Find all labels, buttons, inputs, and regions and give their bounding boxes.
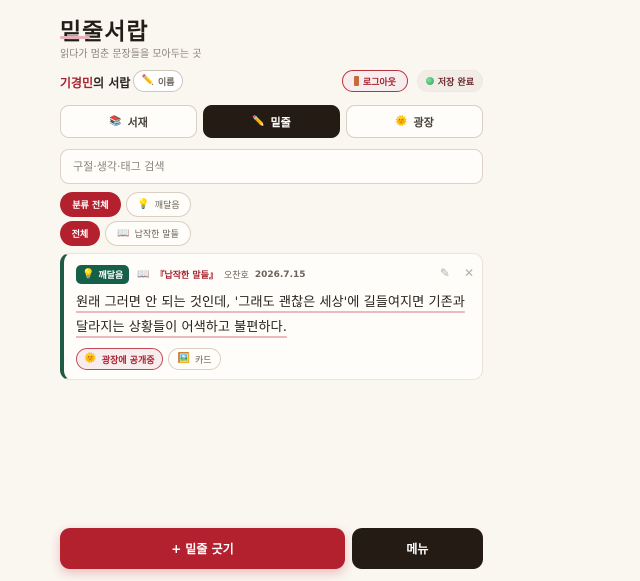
- page-subtitle: 읽다가 멈춘 문장들을 모아두는 곳: [60, 49, 202, 60]
- underline-card: 💡 깨달음 📖 『납작한 말들』 오찬호 2026.7.15 ✎ ✕ 원래 그러…: [60, 253, 483, 380]
- filter-category-realization-label: 깨달음: [154, 201, 180, 211]
- filter-book-all-label: 전체: [71, 230, 89, 240]
- main-tabs: 📚 서재 ✏️ 밑줄 🌞 광장: [60, 105, 483, 139]
- card-button-label: 카드: [194, 355, 212, 366]
- category-badge: 💡 깨달음: [76, 265, 130, 284]
- status-dot-icon: [425, 77, 434, 85]
- quote-text: 원래 그러면 안 되는 것인데, '그래도 괜찮은 세상'에 길들여지면 기존과…: [76, 290, 474, 340]
- tab-plaza[interactable]: 🌞 광장: [346, 105, 483, 138]
- picture-icon: 🖼️: [177, 353, 190, 364]
- book-icon: 📖: [117, 227, 130, 239]
- tab-library[interactable]: 📚 서재: [60, 105, 197, 138]
- pencil-icon: ✏️: [252, 115, 265, 127]
- date: 2026.7.15: [254, 269, 306, 280]
- card-button[interactable]: 🖼️ 카드: [168, 348, 221, 370]
- card-tools: ✎ ✕: [440, 266, 474, 280]
- plaza-public-label: 광장에 공개중: [101, 355, 155, 366]
- sun-icon: 🌞: [395, 115, 408, 127]
- filter-category-realization[interactable]: 💡 깨달음: [126, 192, 191, 217]
- logout-button[interactable]: 로그아웃: [342, 70, 408, 92]
- edit-icon[interactable]: ✎: [440, 266, 450, 280]
- edit-name-button[interactable]: ✏️ 이름: [133, 70, 183, 92]
- search-input[interactable]: [60, 149, 483, 184]
- card-meta: 📖 『납작한 말들』 오찬호 2026.7.15: [137, 268, 306, 281]
- quote-line: 달라지는 상황들이 어색하고 불편하다.: [76, 320, 287, 335]
- logout-label: 로그아웃: [362, 77, 397, 88]
- door-icon: [353, 76, 359, 86]
- save-status-badge: 저장 완료: [417, 70, 483, 92]
- close-icon[interactable]: ✕: [464, 266, 474, 280]
- plaza-public-button[interactable]: 🌞 광장에 공개중: [76, 348, 163, 370]
- book-title[interactable]: 『납작한 말들』: [155, 268, 218, 281]
- quote-line: 원래 그러면 안 되는 것인데, '그래도 괜찮은 세상'에 길들여지면 기존과: [76, 295, 465, 310]
- title-underline: [60, 36, 90, 39]
- menu-button[interactable]: 메뉴: [352, 528, 483, 569]
- books-icon: 📚: [109, 115, 122, 127]
- page-title: 밑줄서랍: [60, 18, 149, 45]
- save-status-label: 저장 완료: [437, 77, 475, 88]
- tab-underlines[interactable]: ✏️ 밑줄: [203, 105, 340, 138]
- owner-name-highlight: 기경민: [60, 76, 94, 90]
- filter-book-flat-words-label: 납작한 말들: [134, 230, 179, 240]
- filter-book-all[interactable]: 전체: [60, 221, 100, 246]
- edit-name-label: 이름: [157, 77, 175, 88]
- tab-underlines-label: 밑줄: [270, 115, 291, 129]
- filter-category-all[interactable]: 분류 전체: [60, 192, 121, 217]
- tab-plaza-label: 광장: [413, 115, 434, 129]
- filter-category-all-label: 분류 전체: [72, 201, 109, 211]
- lightbulb-icon: 💡: [82, 268, 95, 280]
- filter-book-flat-words[interactable]: 📖 납작한 말들: [105, 221, 191, 246]
- category-badge-label: 깨달음: [98, 271, 124, 281]
- tab-library-label: 서재: [127, 115, 148, 129]
- owner-name-suffix: 의 서랍: [93, 76, 131, 90]
- lightbulb-icon: 💡: [137, 198, 150, 210]
- owner-row: 기경민의 서랍 ✏️ 이름 로그아웃 저장 완료: [60, 70, 483, 94]
- add-underline-button[interactable]: + 밑줄 긋기: [60, 528, 345, 569]
- author: 오찬호: [224, 271, 249, 281]
- owner-name: 기경민의 서랍: [60, 74, 130, 91]
- book-icon: 📖: [137, 268, 150, 280]
- pencil-icon: ✏️: [141, 75, 154, 86]
- sun-icon: 🌞: [84, 353, 97, 364]
